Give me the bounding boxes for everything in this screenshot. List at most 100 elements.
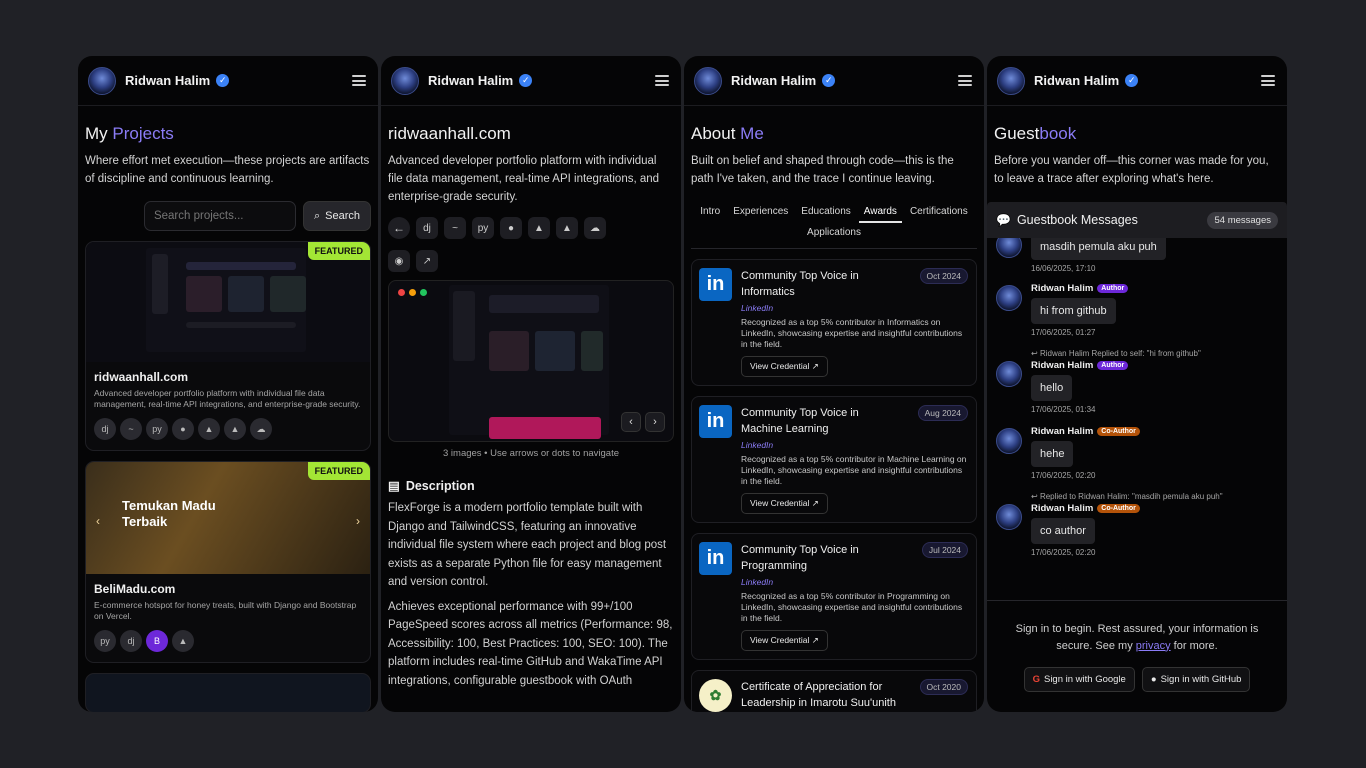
view-credential-button[interactable]: View Credential ↗ xyxy=(741,493,828,514)
project-card[interactable]: FEATURED ridwaanhall.com Advanced develo… xyxy=(85,241,371,451)
reply-indicator: ↩ Ridwan Halim Replied to self: "hi from… xyxy=(1031,349,1201,358)
message-text: hi from github xyxy=(1031,298,1116,324)
vercel-icon: ▲ xyxy=(556,217,578,239)
author-name: Ridwan Halim xyxy=(1031,360,1094,371)
privacy-link[interactable]: privacy xyxy=(1136,640,1171,652)
avatar[interactable] xyxy=(694,66,722,95)
award-card: in Community Top Voice in Informatics Li… xyxy=(691,259,977,386)
view-credential-button[interactable]: View Credential ↗ xyxy=(741,630,828,651)
python-icon: py xyxy=(146,418,168,440)
github-icon: ● xyxy=(1150,674,1157,685)
project-description: Advanced developer portfolio platform wi… xyxy=(94,388,361,409)
tab-awards[interactable]: Awards xyxy=(858,202,902,223)
projects-panel: Ridwan Halim ✓ My Projects Where effort … xyxy=(78,56,378,712)
gallery-next-button[interactable]: › xyxy=(645,412,665,432)
header: Ridwan Halim ✓ xyxy=(684,56,984,106)
project-description: E-commerce hotspot for honey treats, bui… xyxy=(94,600,357,621)
image-gallery[interactable]: ‹ › xyxy=(388,280,674,442)
featured-badge: FEATURED xyxy=(307,462,370,480)
message-list[interactable]: masdih pemula aku puh 16/06/2025, 17:10 … xyxy=(994,238,1280,600)
about-tabs: Intro Experiences Educations Awards Cert… xyxy=(691,202,977,249)
project-card[interactable] xyxy=(85,673,371,712)
gallery-prev-button[interactable]: ‹ xyxy=(621,412,641,432)
window-dots xyxy=(398,289,427,296)
avatar xyxy=(996,285,1022,311)
award-title: Community Top Voice in Machine Learning xyxy=(741,407,859,435)
django-icon: dj xyxy=(416,217,438,239)
award-card: ✿ Certificate of Appreciation for Leader… xyxy=(691,670,977,712)
profile-name[interactable]: Ridwan Halim xyxy=(731,73,816,88)
message-item: Ridwan Halim Co-Author hehe 17/06/2025, 0… xyxy=(994,426,1280,480)
cloudflare-icon: ☁ xyxy=(584,217,606,239)
tech-stack: dj ~ py ● ▲ ▲ ☁ xyxy=(86,410,370,450)
page-title: My Projects xyxy=(85,124,174,143)
message-time: 17/06/2025, 02:20 xyxy=(1031,471,1096,480)
back-icon[interactable]: ← xyxy=(388,217,410,239)
avatar[interactable] xyxy=(391,66,419,95)
profile-name[interactable]: Ridwan Halim xyxy=(428,73,513,88)
avatar[interactable] xyxy=(88,66,116,95)
tab-applications[interactable]: Applications xyxy=(802,223,866,242)
project-name[interactable]: BeliMadu.com xyxy=(86,574,370,596)
django-icon: dj xyxy=(94,418,116,440)
message-item: ↩ Ridwan Halim Replied to self: "hi from… xyxy=(994,349,1280,414)
page-intro: Before you wander off—this corner was ma… xyxy=(994,155,1269,185)
project-thumbnail xyxy=(86,242,370,362)
external-link-icon[interactable]: ↗ xyxy=(416,250,438,272)
verified-icon: ✓ xyxy=(216,74,230,87)
github-icon: ● xyxy=(172,418,194,440)
message-text: masdih pemula aku puh xyxy=(1031,238,1166,260)
chat-bubble-icon: 💬 xyxy=(996,213,1011,227)
verified-icon: ✓ xyxy=(519,74,533,87)
tab-educations[interactable]: Educations xyxy=(796,202,855,223)
menu-icon[interactable] xyxy=(352,75,366,86)
award-date: Oct 2024 xyxy=(919,268,968,284)
view-credential-button[interactable]: View Credential ↗ xyxy=(741,356,828,377)
guestbook-header: 💬 Guestbook Messages 54 messages xyxy=(987,202,1287,238)
signin-section: Sign in to begin. Rest assured, your inf… xyxy=(987,600,1287,692)
reply-indicator: ↩ Replied to Ridwan Halim: "masdih pemul… xyxy=(1031,492,1223,501)
google-icon: G xyxy=(1032,674,1040,685)
tab-certifications[interactable]: Certifications xyxy=(905,202,973,223)
github-link-icon[interactable]: ◉ xyxy=(388,250,410,272)
project-card[interactable]: Temukan Madu Terbaik ‹ › FEATURED BeliMa… xyxy=(85,461,371,663)
header: Ridwan Halim ✓ xyxy=(987,56,1287,106)
award-description: Recognized as a top 5% contributor in In… xyxy=(741,317,963,349)
search-button[interactable]: ⌕ Search xyxy=(302,201,371,231)
message-text: co author xyxy=(1031,518,1095,544)
chevron-right-icon[interactable]: › xyxy=(356,514,360,528)
message-count: 54 messages xyxy=(1207,211,1278,229)
external-link-icon: ↗ xyxy=(811,361,819,371)
document-icon: ▤ xyxy=(388,479,400,493)
menu-icon[interactable] xyxy=(958,75,972,86)
author-name: Ridwan Halim xyxy=(1031,426,1094,437)
avatar[interactable] xyxy=(997,66,1025,95)
menu-icon[interactable] xyxy=(1261,75,1275,86)
linkedin-icon: in xyxy=(699,542,732,575)
award-date: Aug 2024 xyxy=(917,405,968,421)
guestbook-panel: Ridwan Halim ✓ Guestbook Before you wand… xyxy=(987,56,1287,712)
chevron-left-icon[interactable]: ‹ xyxy=(96,514,100,528)
vercel-icon: ▲ xyxy=(224,418,246,440)
github-signin-button[interactable]: ● Sign in with GitHub xyxy=(1141,667,1251,692)
profile-name[interactable]: Ridwan Halim xyxy=(125,73,210,88)
menu-icon[interactable] xyxy=(655,75,669,86)
project-summary: Advanced developer portfolio platform wi… xyxy=(388,155,660,203)
award-card: in Community Top Voice in Machine Learni… xyxy=(691,396,977,523)
header: Ridwan Halim ✓ xyxy=(381,56,681,106)
python-icon: py xyxy=(472,217,494,239)
featured-badge: FEATURED xyxy=(307,242,370,260)
description-paragraph: FlexForge is a modern portfolio template… xyxy=(388,502,667,588)
profile-name[interactable]: Ridwan Halim xyxy=(1034,73,1119,88)
message-item: Ridwan Halim Author hi from github 17/06/… xyxy=(994,283,1280,337)
search-input[interactable] xyxy=(143,201,296,231)
section-title: ▤ Description xyxy=(388,478,475,494)
tab-experiences[interactable]: Experiences xyxy=(728,202,793,223)
tab-intro[interactable]: Intro xyxy=(695,202,725,223)
message-item: masdih pemula aku puh 16/06/2025, 17:10 xyxy=(994,238,1280,273)
google-signin-button[interactable]: G Sign in with Google xyxy=(1023,667,1135,692)
award-issuer: LinkedIn xyxy=(741,577,774,587)
project-name[interactable]: ridwaanhall.com xyxy=(86,362,370,384)
message-time: 16/06/2025, 17:10 xyxy=(1031,264,1096,273)
page-intro: Where effort met execution—these project… xyxy=(85,155,370,185)
